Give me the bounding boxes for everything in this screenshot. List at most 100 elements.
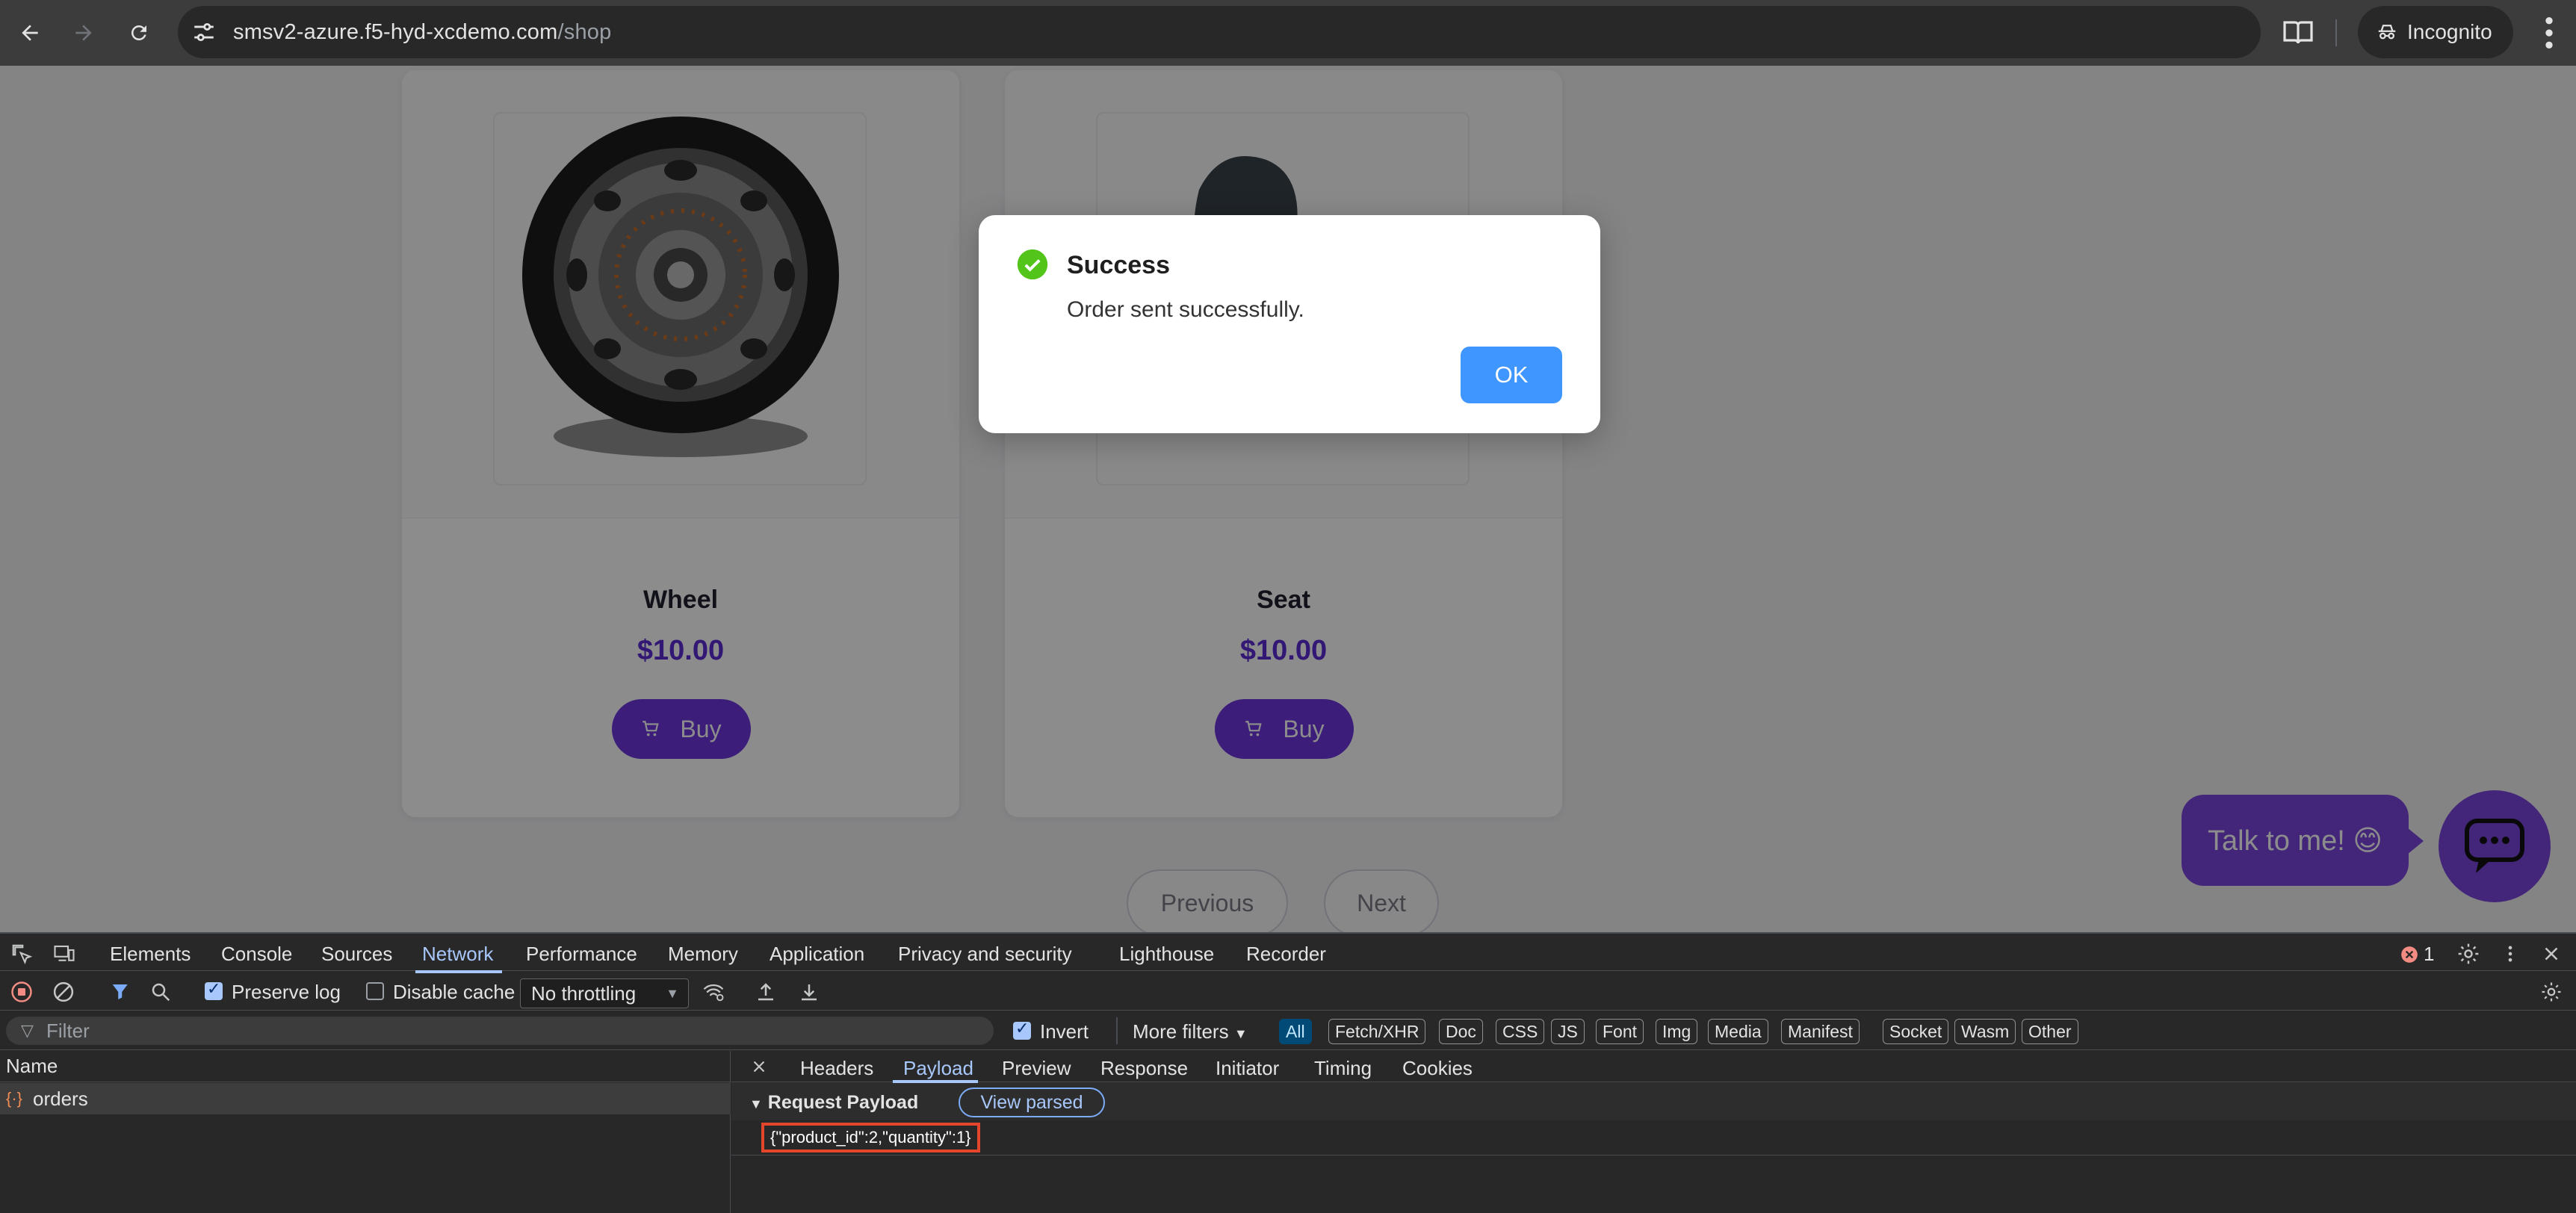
type-filter-media[interactable]: Media [1708,1019,1768,1044]
filter-divider [1116,1017,1118,1044]
payload-section-title[interactable]: ▼ Request Payload [749,1092,918,1114]
devtools-panel: Elements Console Sources Network Perform… [0,932,2576,1213]
request-payload-section[interactable]: ▼ Request Payload View parsed [731,1083,2576,1120]
request-name: orders [33,1088,88,1110]
stop-recording-icon[interactable] [10,981,33,1003]
type-filter-css[interactable]: CSS [1496,1019,1545,1044]
view-parsed-button[interactable]: View parsed [959,1088,1105,1117]
detail-tab-headers[interactable]: Headers [800,1057,873,1080]
more-filters-label: More filters [1133,1020,1229,1043]
dialog-title: Success [1067,251,1170,279]
disable-cache-label: Disable cache [393,981,515,1003]
detail-tab-payload[interactable]: Payload [903,1057,973,1080]
filter-input[interactable]: ▽ Filter [6,1017,994,1045]
toolbar-divider [2335,19,2337,46]
back-button[interactable] [7,10,52,55]
tab-sources[interactable]: Sources [321,943,392,966]
detail-tab-timing[interactable]: Timing [1314,1057,1372,1080]
request-detail: Headers Payload Preview Response Initiat… [731,1051,2576,1213]
triangle-down-icon: ▼ [749,1096,763,1111]
devtools-tab-bar: Elements Console Sources Network Perform… [0,932,2576,973]
type-filter-doc[interactable]: Doc [1439,1019,1483,1044]
network-toolbar: Preserve log Disable cache No throttling… [0,972,2576,1011]
tab-lighthouse[interactable]: Lighthouse [1119,943,1214,966]
type-filter-font[interactable]: Font [1596,1019,1644,1044]
more-filters-dropdown[interactable]: More filters ▼ [1133,1020,1248,1043]
throttling-select[interactable]: No throttling ▼ [520,978,689,1008]
reload-icon [131,25,146,41]
type-filter-js[interactable]: JS [1551,1019,1585,1044]
request-row[interactable]: {·} orders [0,1083,731,1114]
search-icon[interactable] [149,981,172,1003]
payload-value[interactable]: {"product_id":2,"quantity":1} [761,1123,980,1152]
disable-cache-checkbox[interactable] [366,982,384,1000]
dialog-message: Order sent successfully. [1067,297,1304,322]
throttling-value: No throttling [531,982,637,1005]
url-host: smsv2-azure.f5-hyd-xcdemo.com [233,20,558,44]
close-devtools-icon[interactable] [2540,943,2563,965]
incognito-label: Incognito [2407,20,2492,43]
error-counter[interactable]: 1 [2400,943,2434,966]
check-circle-icon [1017,249,1048,280]
arrow-left-icon [22,25,38,41]
tab-network[interactable]: Network [422,943,493,966]
payload-title-text: Request Payload [767,1092,919,1113]
tab-performance[interactable]: Performance [526,943,637,966]
network-settings-icon[interactable] [2540,981,2563,1003]
reload-button[interactable] [117,10,161,55]
settings-gear-icon[interactable] [2456,942,2480,966]
preserve-log-checkbox[interactable] [205,979,223,1000]
detail-tab-preview[interactable]: Preview [1002,1057,1071,1080]
address-bar[interactable]: smsv2-azure.f5-hyd-xcdemo.com/shop [178,6,2412,58]
chevron-down-icon: ▼ [666,986,679,1001]
modal-overlay[interactable] [0,66,2576,932]
kebab-menu-icon[interactable] [2528,10,2570,55]
preserve-log-label: Preserve log [232,981,341,1003]
invert-checkbox[interactable] [1013,1019,1031,1040]
type-filter-img[interactable]: Img [1656,1019,1698,1044]
filter-funnel-icon: ▽ [21,1021,34,1040]
type-filter-all[interactable]: All [1279,1019,1312,1044]
detail-tab-cookies[interactable]: Cookies [1402,1057,1473,1080]
incognito-indicator[interactable]: Incognito [2358,6,2513,58]
caret-down-icon: ▼ [1233,1026,1248,1041]
filter-placeholder: Filter [46,1020,90,1042]
detail-tab-response[interactable]: Response [1100,1057,1188,1080]
tab-console[interactable]: Console [221,943,292,966]
clear-log-icon[interactable] [52,981,75,1003]
ok-button[interactable]: OK [1461,347,1562,403]
type-filter-fetch-xhr[interactable]: Fetch/XHR [1328,1019,1426,1044]
tab-application[interactable]: Application [770,943,864,966]
type-filter-wasm[interactable]: Wasm [1954,1019,2016,1044]
inspect-element-icon[interactable] [10,943,33,965]
error-icon [2401,946,2418,963]
site-info-icon[interactable] [191,19,217,45]
incognito-icon [2378,25,2396,40]
shop-page: Wheel $10.00 Buy Seat $10.00 Buy Previou… [0,66,2576,932]
xhr-icon: {·} [6,1089,23,1108]
error-count: 1 [2424,943,2435,965]
filter-bar: ▽ Filter Invert More filters ▼ All Fetch/… [0,1011,2576,1050]
forward-button[interactable] [61,10,106,55]
tab-elements[interactable]: Elements [110,943,191,966]
type-filter-other[interactable]: Other [2022,1019,2078,1044]
type-filter-manifest[interactable]: Manifest [1781,1019,1860,1044]
devtools-menu-icon[interactable] [2500,942,2521,966]
request-list: Name {·} orders [0,1051,731,1213]
close-detail-icon[interactable] [749,1057,769,1076]
type-filter-socket[interactable]: Socket [1883,1019,1949,1044]
detail-tab-initiator[interactable]: Initiator [1216,1057,1279,1080]
export-har-icon[interactable] [798,981,820,1003]
tab-recorder[interactable]: Recorder [1246,943,1326,966]
url-text: smsv2-azure.f5-hyd-xcdemo.com/shop [233,20,611,45]
name-column-header[interactable]: Name [0,1051,731,1082]
tab-privacy-and-security[interactable]: Privacy and security [898,943,1072,966]
url-path: /shop [557,20,612,44]
network-conditions-icon[interactable] [701,981,726,1003]
device-toolbar-icon[interactable] [52,943,76,965]
import-har-icon[interactable] [755,981,777,1003]
tab-memory[interactable]: Memory [668,943,738,966]
filter-icon[interactable] [109,981,133,1003]
detail-tab-bar: Headers Payload Preview Response Initiat… [731,1051,2576,1083]
reading-mode-icon[interactable] [2280,15,2316,51]
